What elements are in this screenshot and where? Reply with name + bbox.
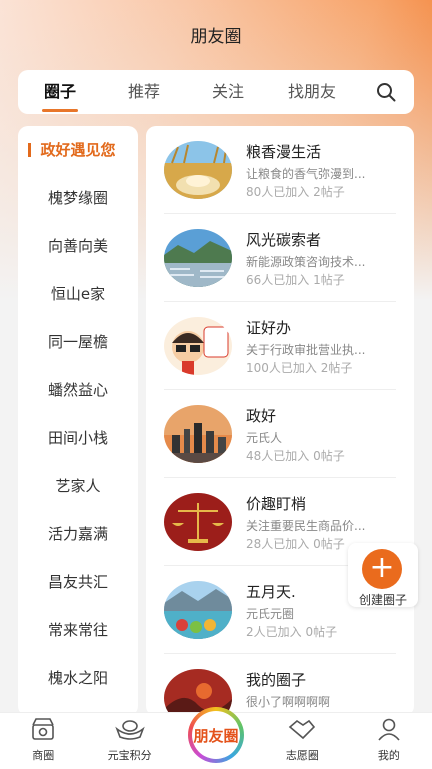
circle-description: 关注重要民生商品价... <box>246 519 366 533</box>
search-icon[interactable] <box>376 82 396 102</box>
circle-stats: 66人已加入 1帖子 <box>246 273 345 287</box>
circle-name: 政好 <box>246 407 277 425</box>
nav-item-business[interactable]: 商圈 <box>0 713 86 769</box>
nav-label: 商圈 <box>32 749 55 762</box>
circle-name: 我的圈子 <box>246 671 307 689</box>
nav-item-points[interactable]: 元宝积分 <box>86 713 172 769</box>
tab-following[interactable]: 关注 <box>186 70 270 114</box>
circle-stats: 80人已加入 2帖子 <box>246 185 345 199</box>
circle-description: 让粮食的香气弥漫到... <box>246 167 366 181</box>
list-item[interactable]: 风光碳索者 新能源政策咨询技术... 66人已加入 1帖子 <box>146 214 414 302</box>
circle-thumbnail <box>164 141 232 199</box>
circle-stats: 100人已加入 2帖子 <box>246 361 353 375</box>
sidebar-item[interactable]: 向善向美 <box>18 222 138 270</box>
plus-icon: + <box>362 549 402 589</box>
circle-thumbnail <box>164 405 232 463</box>
sidebar-item[interactable]: 蟠然益心 <box>18 366 138 414</box>
nav-item-profile[interactable]: 我的 <box>346 713 432 769</box>
circle-list: 粮香漫生活 让粮食的香气弥漫到... 80人已加入 2帖子 风光碳索者 新能源政… <box>146 126 414 716</box>
sidebar-item[interactable]: 昌友共汇 <box>18 558 138 606</box>
nav-item-moments[interactable]: 朋友圈 <box>188 707 244 763</box>
create-circle-button[interactable]: + 创建圈子 <box>348 543 418 607</box>
circle-name: 五月天. <box>246 583 296 601</box>
list-item[interactable]: 政好 元氏人 48人已加入 0帖子 <box>146 390 414 478</box>
sidebar-item[interactable]: 田间小栈 <box>18 414 138 462</box>
sidebar-item[interactable]: 政好遇见您 <box>18 126 138 174</box>
user-icon <box>378 718 400 741</box>
circle-description: 新能源政策咨询技术... <box>246 255 366 269</box>
circle-name: 风光碳索者 <box>246 231 322 249</box>
create-circle-label: 创建圈子 <box>358 593 407 607</box>
circle-description: 元氏人 <box>246 431 283 445</box>
nav-item-volunteer[interactable]: 志愿圈 <box>259 713 345 769</box>
circle-thumbnail <box>164 229 232 287</box>
sidebar-item[interactable]: 常来常往 <box>18 606 138 654</box>
circle-description: 关于行政审批营业执... <box>246 343 366 357</box>
tab-find-friends[interactable]: 找朋友 <box>270 70 354 114</box>
circle-thumbnail <box>164 317 232 375</box>
nav-label: 元宝积分 <box>107 749 152 762</box>
shop-icon <box>32 718 55 740</box>
nav-center-label: 朋友圈 <box>192 711 240 759</box>
tab-circles[interactable]: 圈子 <box>18 70 102 114</box>
ingot-icon <box>114 720 145 740</box>
page-title: 朋友圈 <box>190 27 242 47</box>
sidebar-item[interactable]: 恒山e家 <box>18 270 138 318</box>
sidebar-item[interactable]: 艺家人 <box>18 462 138 510</box>
sidebar-item[interactable]: 槐水之阳 <box>18 654 138 702</box>
circle-stats: 2人已加入 0帖子 <box>246 625 338 639</box>
sidebar-item[interactable]: 槐梦缘圈 <box>18 174 138 222</box>
circle-thumbnail <box>164 493 232 551</box>
sidebar-item[interactable]: 同一屋檐 <box>18 318 138 366</box>
tab-bar: 圈子 推荐 关注 找朋友 <box>18 70 414 114</box>
circle-stats: 28人已加入 0帖子 <box>246 537 345 551</box>
circle-description: 很小了啊啊啊啊 <box>246 695 331 709</box>
list-item[interactable]: 证好办 关于行政审批营业执... 100人已加入 2帖子 <box>146 302 414 390</box>
circle-name: 价趣盯梢 <box>246 495 307 513</box>
sidebar-item[interactable]: 活力嘉满 <box>18 510 138 558</box>
tab-recommend[interactable]: 推荐 <box>102 70 186 114</box>
circle-stats: 48人已加入 0帖子 <box>246 449 345 463</box>
handshake-icon <box>289 719 316 740</box>
list-item[interactable]: 粮香漫生活 让粮食的香气弥漫到... 80人已加入 2帖子 <box>146 126 414 214</box>
circle-name: 证好办 <box>246 319 292 337</box>
nav-label: 我的 <box>377 749 400 762</box>
nav-label: 志愿圈 <box>285 749 319 762</box>
circle-name: 粮香漫生活 <box>246 143 322 161</box>
circle-thumbnail <box>164 581 232 639</box>
list-item[interactable]: 我的圈子 很小了啊啊啊啊 <box>146 654 414 716</box>
category-sidebar: 政好遇见您 槐梦缘圈 向善向美 恒山e家 同一屋檐 蟠然益心 田间小栈 艺家人 … <box>18 126 138 716</box>
